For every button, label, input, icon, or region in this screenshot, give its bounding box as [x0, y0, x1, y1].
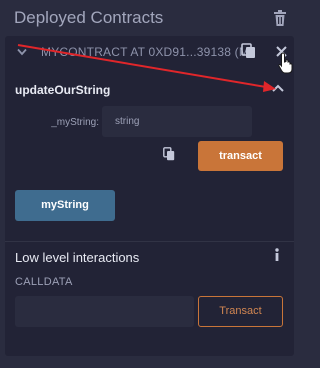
divider	[5, 241, 294, 242]
chevron-down-icon[interactable]	[17, 48, 27, 56]
calldata-input[interactable]	[15, 296, 194, 327]
deployed-contracts-header: Deployed Contracts	[0, 0, 311, 36]
hand-cursor-icon	[278, 52, 293, 74]
copy-calldata-icon[interactable]	[163, 147, 175, 161]
mystring-call-button[interactable]: myString	[15, 190, 115, 221]
section-title: Deployed Contracts	[14, 8, 164, 27]
low-level-transact-button[interactable]: Transact	[198, 296, 283, 327]
trash-icon[interactable]	[273, 10, 287, 26]
low-level-title: Low level interactions	[15, 250, 140, 265]
function-name: updateOurString	[15, 83, 111, 97]
copy-icon[interactable]	[241, 43, 257, 59]
transact-button[interactable]: transact	[198, 141, 283, 171]
param-label: _myString:	[51, 117, 99, 128]
calldata-label: CALLDATA	[15, 276, 73, 288]
info-icon[interactable]	[273, 248, 281, 262]
chevron-up-icon[interactable]	[272, 84, 284, 92]
mystring-param-input[interactable]: string	[102, 106, 252, 137]
contract-instance-panel: MYCONTRACT AT 0XD91...39138 (M updateOur…	[5, 36, 294, 356]
contract-address-label[interactable]: MYCONTRACT AT 0XD91...39138 (M	[41, 45, 249, 59]
